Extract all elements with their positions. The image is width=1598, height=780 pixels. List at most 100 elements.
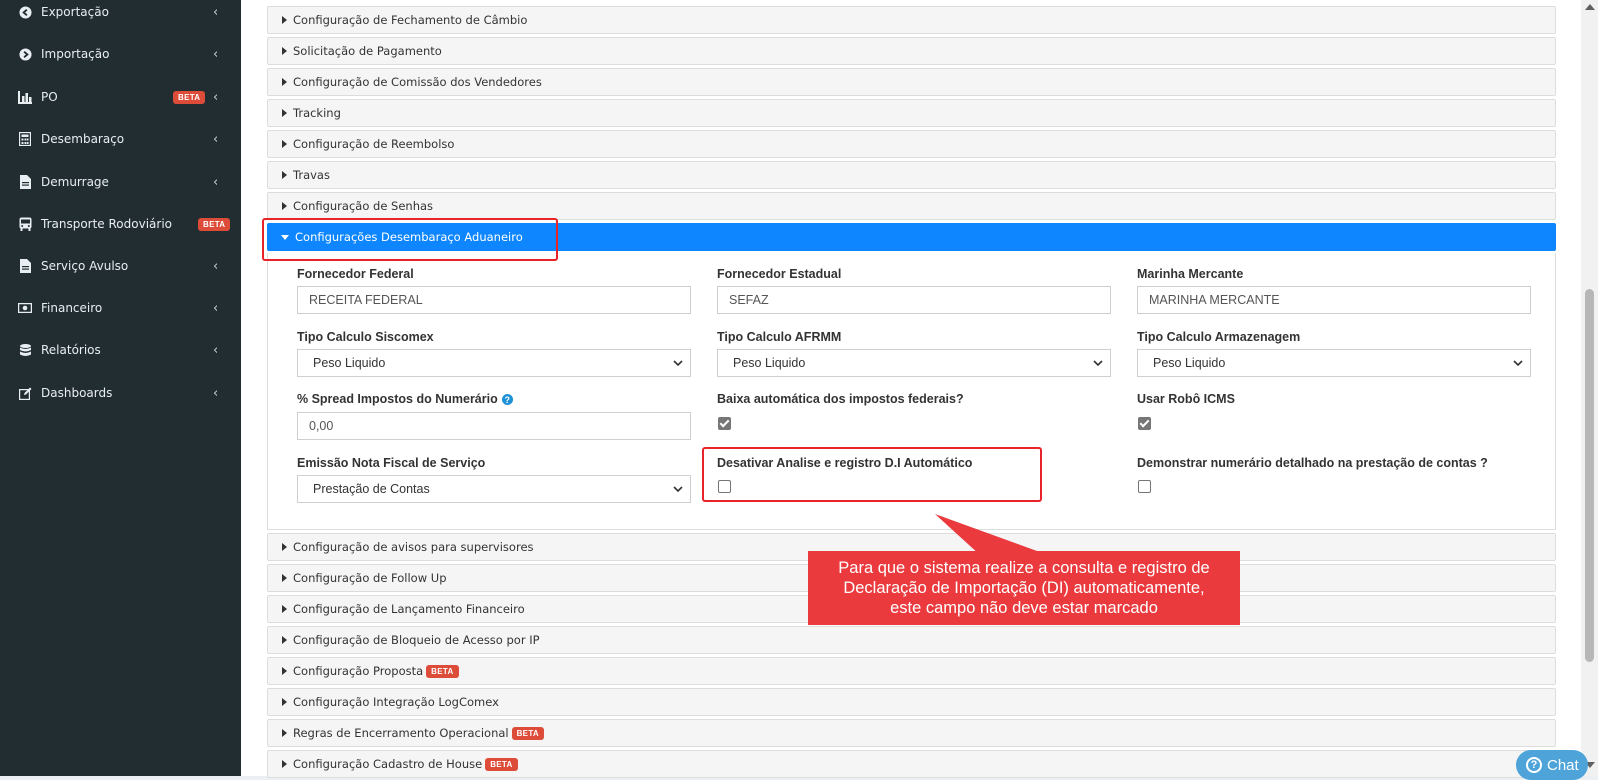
chevron-left-icon: ‹: [213, 46, 219, 62]
chevron-left-icon: ‹: [213, 131, 219, 147]
sidebar-item-label: PO: [41, 90, 58, 104]
baixa-automatica-checkbox[interactable]: [718, 417, 731, 430]
tipo-calculo-afrmm-label: Tipo Calculo AFRMM: [717, 330, 842, 344]
accordion-comissao-vendedores[interactable]: Configuração de Comissão dos Vendedores: [267, 68, 1556, 96]
input-value: RECEITA FEDERAL: [309, 293, 423, 307]
caret-right-icon: [282, 140, 287, 148]
annotation-callout: Para que o sistema realize a consulta e …: [808, 551, 1240, 625]
chevron-left-icon: ‹: [213, 89, 219, 105]
chevron-left-icon: ‹: [213, 174, 219, 190]
accordion-label: Configuração de Senhas: [293, 199, 434, 213]
caret-right-icon: [282, 171, 287, 179]
caret-right-icon: [282, 47, 287, 55]
sidebar-item-label: Serviço Avulso: [41, 259, 129, 273]
callout-pointer: [935, 514, 1048, 555]
highlight-box-section: [262, 218, 558, 261]
accordion-cadastro-house[interactable]: Configuração Cadastro de House BETA: [267, 750, 1556, 778]
sidebar-item-label: Desembaraço: [41, 132, 125, 146]
caret-right-icon: [282, 605, 287, 613]
caret-right-icon: [282, 760, 287, 768]
accordion-solicitacao-pagamento[interactable]: Solicitação de Pagamento: [267, 37, 1556, 65]
caret-right-icon: [282, 729, 287, 737]
sidebar-item-label: Importação: [41, 47, 110, 61]
accordion-proposta[interactable]: Configuração Proposta BETA: [267, 657, 1556, 685]
sidebar-item-dashboards[interactable]: Dashboards ‹: [0, 372, 241, 414]
question-circle-icon[interactable]: ?: [501, 394, 513, 406]
fornecedor-federal-label: Fornecedor Federal: [297, 267, 414, 281]
tipo-calculo-siscomex-select[interactable]: Peso Liquido: [297, 349, 691, 377]
callout-line: Para que o sistema realize a consulta e …: [838, 559, 1210, 577]
sidebar-item-financeiro[interactable]: Financeiro ‹: [0, 287, 241, 329]
vertical-scrollbar[interactable]: [1581, 0, 1598, 776]
tipo-calculo-afrmm-select[interactable]: Peso Liquido: [717, 349, 1111, 377]
accordion-label: Configuração de Fechamento de Câmbio: [293, 13, 528, 27]
spread-impostos-label-text: % Spread Impostos do Numerário: [297, 392, 498, 406]
callout-line: Declaração de Importação (DI) automatica…: [843, 579, 1205, 597]
accordion-reembolso[interactable]: Configuração de Reembolso: [267, 130, 1556, 158]
sidebar-item-importacao[interactable]: Importação ‹: [0, 33, 241, 75]
highlight-box-checkbox: [702, 447, 1042, 502]
chevron-left-icon: ‹: [213, 258, 219, 274]
sidebar-item-demurrage[interactable]: Demurrage ‹: [0, 161, 241, 203]
main-content: Configuração de Fechamento de Câmbio Sol…: [241, 0, 1581, 778]
accordion-label: Travas: [293, 168, 330, 182]
file-icon: [18, 175, 32, 189]
accordion-tracking[interactable]: Tracking: [267, 99, 1556, 127]
bar-chart-icon: [18, 90, 32, 104]
fornecedor-federal-input[interactable]: RECEITA FEDERAL: [297, 286, 691, 314]
question-icon: ?: [1526, 757, 1542, 773]
tipo-calculo-armazenagem-select[interactable]: Peso Liquido: [1137, 349, 1531, 377]
accordion-encerramento-operacional[interactable]: Regras de Encerramento Operacional BETA: [267, 719, 1556, 747]
caret-right-icon: [282, 667, 287, 675]
sidebar-item-transporte-rodoviario[interactable]: Transporte Rodoviário BETA: [0, 203, 241, 245]
sidebar-item-relatorios[interactable]: Relatórios ‹: [0, 329, 241, 371]
sidebar-item-servico-avulso[interactable]: Serviço Avulso ‹: [0, 245, 241, 287]
caret-right-icon: [282, 574, 287, 582]
accordion-label: Configuração de Bloqueio de Acesso por I…: [293, 633, 540, 647]
beta-badge: BETA: [173, 90, 206, 104]
sidebar-item-desembaraco[interactable]: Desembaraço ‹: [0, 118, 241, 160]
sidebar-item-exportacao[interactable]: Exportação ‹: [0, 0, 241, 33]
beta-badge: BETA: [511, 726, 544, 740]
sidebar-item-po[interactable]: PO BETA ‹: [0, 76, 241, 118]
bus-icon: [18, 217, 32, 231]
select-value: Prestação de Contas: [313, 482, 430, 496]
accordion-label: Configuração Cadastro de House: [293, 757, 483, 771]
caret-right-icon: [282, 109, 287, 117]
caret-right-icon: [282, 16, 287, 24]
database-icon: [18, 343, 32, 357]
scroll-up-arrow-icon[interactable]: [1585, 4, 1595, 10]
scrollbar-thumb[interactable]: [1585, 289, 1594, 662]
beta-badge: BETA: [198, 217, 231, 231]
select-value: Peso Liquido: [1153, 356, 1226, 370]
marinha-mercante-input[interactable]: MARINHA MERCANTE: [1137, 286, 1531, 314]
sidebar-item-label: Transporte Rodoviário: [41, 217, 173, 231]
chevron-left-icon: ‹: [213, 342, 219, 358]
chevron-down-icon: [673, 360, 683, 367]
accordion-senhas[interactable]: Configuração de Senhas: [267, 192, 1556, 220]
fornecedor-estadual-label: Fornecedor Estadual: [717, 267, 842, 281]
caret-right-icon: [282, 543, 287, 551]
chevron-down-icon: [673, 486, 683, 493]
sidebar-item-label: Dashboards: [41, 386, 113, 400]
accordion-travas[interactable]: Travas: [267, 161, 1556, 189]
sidebar-item-label: Financeiro: [41, 301, 103, 315]
accordion-fechamento-cambio[interactable]: Configuração de Fechamento de Câmbio: [267, 6, 1556, 34]
accordion-bloqueio-ip[interactable]: Configuração de Bloqueio de Acesso por I…: [267, 626, 1556, 654]
caret-right-icon: [282, 78, 287, 86]
tipo-calculo-siscomex-label: Tipo Calculo Siscomex: [297, 330, 434, 344]
fornecedor-estadual-input[interactable]: SEFAZ: [717, 286, 1111, 314]
accordion-label: Configuração de Follow Up: [293, 571, 447, 585]
spread-impostos-input[interactable]: 0,00: [297, 412, 691, 440]
marinha-mercante-label: Marinha Mercante: [1137, 267, 1244, 281]
file-icon: [18, 259, 32, 273]
usar-robo-icms-checkbox[interactable]: [1138, 417, 1151, 430]
accordion-label: Regras de Encerramento Operacional: [293, 726, 509, 740]
sidebar-item-label: Relatórios: [41, 343, 101, 357]
select-value: Peso Liquido: [313, 356, 386, 370]
demonstrar-numerario-checkbox[interactable]: [1138, 480, 1151, 493]
tipo-calculo-armazenagem-label: Tipo Calculo Armazenagem: [1137, 330, 1301, 344]
accordion-logcomex[interactable]: Configuração Integração LogComex: [267, 688, 1556, 716]
accordion-label: Tracking: [293, 106, 341, 120]
emissao-nota-fiscal-select[interactable]: Prestação de Contas: [297, 475, 691, 503]
